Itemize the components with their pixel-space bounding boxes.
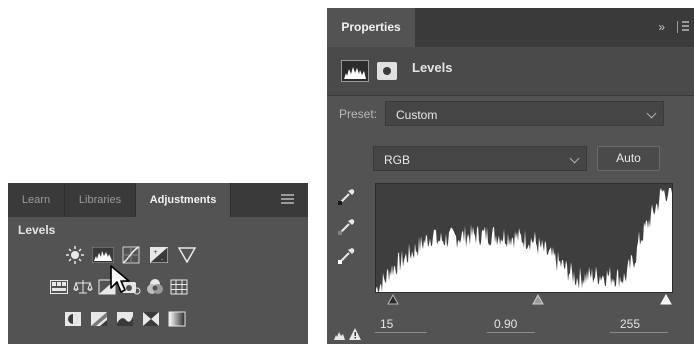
collapse-panel-icon[interactable]: » xyxy=(658,20,665,34)
panel-menu-icon[interactable] xyxy=(677,21,692,33)
levels-icon xyxy=(341,60,369,82)
black-point-eyedropper-icon[interactable] xyxy=(337,186,357,206)
tab-learn[interactable]: Learn xyxy=(8,183,65,217)
preset-label: Preset: xyxy=(339,107,378,121)
chevron-down-icon xyxy=(646,108,657,119)
input-sliders[interactable] xyxy=(375,290,675,306)
channel-dropdown[interactable]: RGB xyxy=(373,146,587,171)
panel-tab-bar: Properties » xyxy=(327,8,694,47)
layer-mask-icon[interactable] xyxy=(377,62,397,80)
adjustment-name-label: Levels xyxy=(18,223,56,237)
vibrance-icon[interactable] xyxy=(176,245,198,265)
gray-point-eyedropper-icon[interactable] xyxy=(337,216,357,236)
exposure-icon[interactable]: + - xyxy=(148,245,170,265)
color-balance-icon[interactable] xyxy=(72,277,94,297)
midtones-input[interactable]: 0.90 xyxy=(494,317,517,331)
midtones-underline xyxy=(487,332,535,333)
selective-color-icon[interactable] xyxy=(140,309,162,329)
auto-button[interactable]: Auto xyxy=(597,146,660,171)
adjustments-panel: Learn Libraries Adjustments Levels + - xyxy=(8,183,308,344)
adjustment-title: Levels xyxy=(412,60,453,75)
mouse-pointer-icon xyxy=(109,264,133,299)
threshold-icon[interactable] xyxy=(114,309,136,329)
color-lookup-icon[interactable] xyxy=(168,277,190,297)
highlights-underline xyxy=(610,332,668,333)
gradient-map-icon[interactable] xyxy=(166,309,188,329)
preset-dropdown[interactable]: Custom xyxy=(385,101,664,126)
brightness-contrast-icon[interactable] xyxy=(64,245,86,265)
shadows-underline xyxy=(375,332,427,333)
svg-text:+: + xyxy=(153,249,158,256)
panel-tab-bar: Learn Libraries Adjustments xyxy=(8,183,308,217)
panel-menu-icon[interactable] xyxy=(281,194,294,205)
svg-text:-: - xyxy=(161,256,163,263)
invert-icon[interactable] xyxy=(62,309,84,329)
channel-mixer-icon[interactable] xyxy=(144,277,166,297)
chevron-down-icon xyxy=(569,153,580,164)
histogram-shape xyxy=(376,188,672,292)
tab-adjustments[interactable]: Adjustments xyxy=(136,183,231,217)
tab-libraries[interactable]: Libraries xyxy=(65,183,136,217)
curves-icon[interactable] xyxy=(120,245,142,265)
highlights-input[interactable]: 255 xyxy=(620,317,640,331)
white-point-eyedropper-icon[interactable] xyxy=(337,245,357,265)
posterize-icon[interactable] xyxy=(88,309,110,329)
shadows-input[interactable]: 15 xyxy=(380,317,393,331)
channel-value: RGB xyxy=(384,153,411,167)
levels-icon[interactable] xyxy=(92,245,114,265)
histogram-graph xyxy=(376,188,672,292)
properties-header xyxy=(327,47,694,96)
properties-panel: Properties » Levels Preset: Custom RGB A… xyxy=(327,8,694,344)
preset-value: Custom xyxy=(396,108,438,122)
hue-saturation-icon[interactable] xyxy=(48,277,70,297)
tab-properties[interactable]: Properties xyxy=(327,8,415,47)
levels-histogram xyxy=(375,183,673,293)
